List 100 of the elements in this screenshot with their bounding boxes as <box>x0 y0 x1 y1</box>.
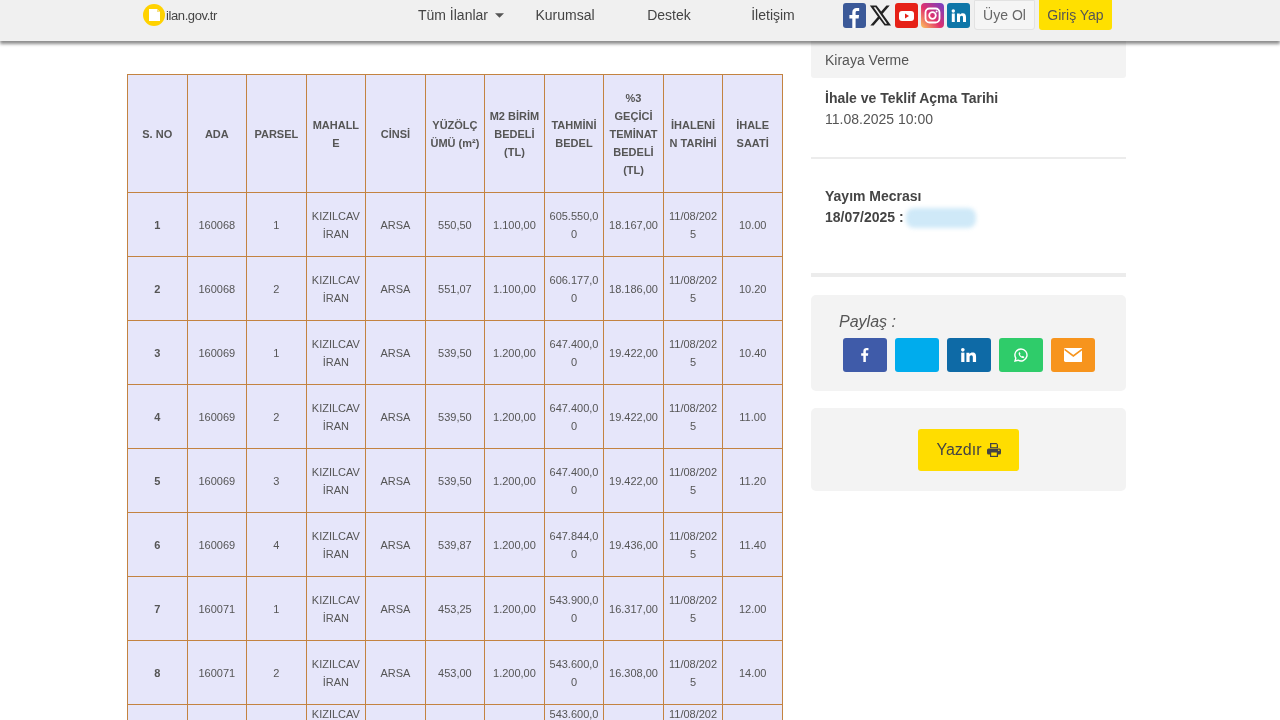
column-header: MAHALLE <box>306 74 366 193</box>
linkedin-icon[interactable] <box>947 2 970 28</box>
column-header: İHALENİN TARİHİ <box>663 74 723 193</box>
column-header: CİNSİ <box>365 74 426 193</box>
table-cell: ARSA <box>365 576 426 641</box>
table-cell: 1 <box>246 192 307 257</box>
table-cell: 539,50 <box>425 448 485 513</box>
table-cell: 539,50 <box>425 320 485 385</box>
table-cell: 2 <box>246 640 307 705</box>
table-cell: 551,07 <box>425 256 485 321</box>
table-cell: 10.40 <box>722 320 783 385</box>
facebook-icon[interactable] <box>843 2 866 28</box>
table-cell: 1 <box>127 192 188 257</box>
youtube-icon[interactable] <box>895 2 918 28</box>
table-cell: ARSA <box>365 512 426 577</box>
table-cell: 160069 <box>187 448 247 513</box>
table-cell: 19.436,00 <box>603 512 664 577</box>
logo-icon <box>143 4 165 26</box>
share-button[interactable] <box>947 338 991 372</box>
table-cell: 11/08/2025 <box>663 448 723 513</box>
detail-label: Yayım Mecrası <box>825 187 923 206</box>
table-cell: ARSA <box>365 448 426 513</box>
table-cell: 11/08/2025 <box>663 192 723 257</box>
table-cell: KIZILCAVİRAN <box>306 640 366 705</box>
table-cell: 1 <box>246 576 307 641</box>
table-cell: KIZILCAVİRAN <box>306 256 366 321</box>
print-button[interactable]: Yazdır <box>918 428 1019 471</box>
table-cell: 160071 <box>187 640 247 705</box>
column-header: İHALE SAATİ <box>722 74 783 193</box>
table-cell: 1 <box>246 320 307 385</box>
table-cell: 3 <box>127 320 188 385</box>
table-cell: 19.422,00 <box>603 320 664 385</box>
table-cell: KIZILCAVİRAN <box>306 320 366 385</box>
table-cell: 12.00 <box>722 576 783 641</box>
detail-label: İhale ve Teklif Açma Tarihi <box>825 89 1000 108</box>
detail-value: 11.08.2025 10:00 <box>825 110 933 129</box>
nav-link[interactable]: Destek <box>647 7 691 23</box>
table-cell: 7 <box>127 576 188 641</box>
table-cell: 19.422,00 <box>603 384 664 449</box>
x-logo-icon[interactable] <box>869 2 892 28</box>
table-cell: 1.200,00 <box>484 640 545 705</box>
linkedin-icon <box>961 348 977 362</box>
category-text: Kiraya Verme <box>825 51 910 68</box>
login-button[interactable]: Giriş Yap <box>1039 0 1112 30</box>
table-cell: 606.177,00 <box>544 256 604 321</box>
table-cell: 647.400,00 <box>544 384 604 449</box>
table-cell: 18.186,00 <box>603 256 664 321</box>
table-cell: 543.900,00 <box>544 576 604 641</box>
table-cell: 453,25 <box>425 576 485 641</box>
table-cell: 4 <box>127 384 188 449</box>
table-cell: 19.422,00 <box>603 448 664 513</box>
table-cell: 1.200,00 <box>484 448 545 513</box>
table-cell: 11/08/2025 <box>663 320 723 385</box>
table-cell: 647.400,00 <box>544 320 604 385</box>
table-cell: ARSA <box>365 256 426 321</box>
table-cell: 2 <box>246 256 307 321</box>
table-cell: 160068 <box>187 256 247 321</box>
register-button[interactable]: Üye Ol <box>974 0 1035 30</box>
envelope-icon <box>1063 348 1083 362</box>
table-cell: 2 <box>127 256 188 321</box>
column-header: TAHMİNİ BEDEL <box>544 74 604 193</box>
table-cell: 1.100,00 <box>484 192 545 257</box>
table-cell: KIZILCAVİRAN <box>306 512 366 577</box>
table-cell: 605.550,00 <box>544 192 604 257</box>
logo-text[interactable]: ilan.gov.tr <box>166 7 217 23</box>
table-cell: 1.200,00 <box>484 384 545 449</box>
table-cell: ARSA <box>365 192 426 257</box>
table-cell: 160069 <box>187 512 247 577</box>
table-cell: 543.600,00 <box>544 640 604 705</box>
table-cell: 3 <box>246 448 307 513</box>
table-cell: 647.400,00 <box>544 448 604 513</box>
table-cell: 160069 <box>187 320 247 385</box>
whatsapp-icon <box>1014 348 1028 362</box>
facebook-icon <box>861 348 869 362</box>
table-cell: KIZILCAVİRAN <box>306 576 366 641</box>
table-cell: 4 <box>246 512 307 577</box>
table-cell: 11/08/2025 <box>663 640 723 705</box>
table-cell: 539,87 <box>425 512 485 577</box>
table-cell: 11/08/2025 <box>663 512 723 577</box>
table-cell: 11/08/2025 <box>663 384 723 449</box>
table-cell: 1.100,00 <box>484 256 545 321</box>
table-cell: 539,50 <box>425 384 485 449</box>
share-button[interactable] <box>843 338 887 372</box>
instagram-icon[interactable] <box>921 2 944 28</box>
table-cell: 16.317,00 <box>603 576 664 641</box>
table-cell: 8 <box>127 640 188 705</box>
table-cell: ARSA <box>365 640 426 705</box>
nav-link[interactable]: İletişim <box>751 7 795 23</box>
column-header: S. NO <box>127 74 188 193</box>
nav-link[interactable]: Tüm İlanlar <box>418 7 504 23</box>
column-header: YÜZÖLÇÜMÜ (m²) <box>425 74 485 193</box>
table-cell: 1.200,00 <box>484 576 545 641</box>
nav-link[interactable]: Kurumsal <box>535 7 595 23</box>
printer-icon <box>986 442 1001 457</box>
table-cell: 5 <box>127 448 188 513</box>
table-cell: 14.00 <box>722 640 783 705</box>
table-cell: 10.20 <box>722 256 783 321</box>
table-cell: 550,50 <box>425 192 485 257</box>
column-header: PARSEL <box>246 74 307 193</box>
share-label: Paylaş : <box>839 312 896 332</box>
